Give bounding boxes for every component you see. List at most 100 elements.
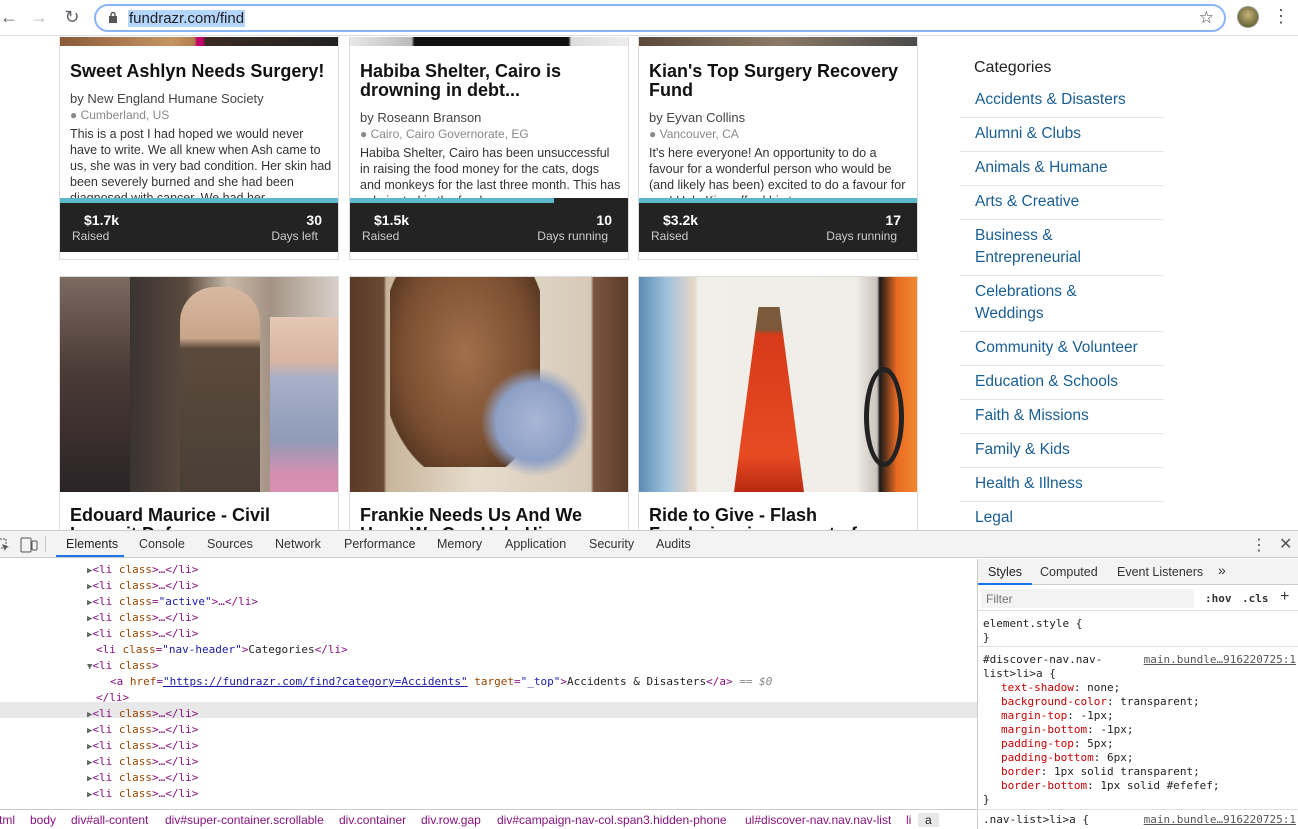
dom-node[interactable]: <li class="nav-header">Categories</li> bbox=[96, 642, 348, 658]
css-property-value[interactable]: : 1px solid transparent; bbox=[1041, 765, 1200, 778]
dom-node[interactable]: ▶<li class>…</li> bbox=[87, 722, 198, 738]
css-property-value[interactable]: : 1px solid #efefef; bbox=[1087, 779, 1219, 792]
arrow-right-icon[interactable]: → bbox=[28, 6, 50, 28]
css-property[interactable]: padding-bottom: 6px; bbox=[1001, 751, 1133, 764]
css-property-value[interactable]: : 5px; bbox=[1074, 737, 1114, 750]
css-property-value[interactable]: : 6px; bbox=[1094, 751, 1134, 764]
breadcrumb-item[interactable]: tml bbox=[0, 813, 15, 827]
campaign-card[interactable]: Kian's Top Surgery Recovery Fund by Eyva… bbox=[638, 37, 918, 260]
add-rule-icon[interactable]: + bbox=[1280, 588, 1289, 606]
card-title[interactable]: Edouard Maurice - Civil Lawsuit Defence bbox=[70, 506, 335, 531]
tab-styles[interactable]: Styles bbox=[988, 565, 1022, 579]
dom-node[interactable]: ▶<li class>…</li> bbox=[87, 754, 198, 770]
rule-selector[interactable]: .nav-list>li>a { bbox=[983, 813, 1089, 826]
css-property-name[interactable]: border bbox=[1001, 765, 1041, 778]
breadcrumb-item[interactable]: div.container bbox=[339, 813, 406, 827]
inspect-element-icon[interactable] bbox=[0, 538, 10, 552]
css-property[interactable]: border-bottom: 1px solid #efefef; bbox=[1001, 779, 1220, 792]
url-text[interactable]: fundrazr.com/find bbox=[128, 10, 246, 27]
selected-dom-node[interactable]: <a href="https://fundrazr.com/find?categ… bbox=[110, 674, 772, 690]
tab-elements[interactable]: Elements bbox=[66, 537, 118, 551]
tab-audits[interactable]: Audits bbox=[656, 537, 691, 551]
browser-menu-icon[interactable]: ⋮ bbox=[1272, 6, 1290, 27]
card-title[interactable]: Habiba Shelter, Cairo is drowning in deb… bbox=[360, 62, 610, 100]
category-link-arts[interactable]: Arts & Creative bbox=[960, 185, 1164, 220]
dom-node[interactable]: ▶<li class>…</li> bbox=[87, 578, 198, 594]
css-property-value[interactable]: : -1px; bbox=[1087, 723, 1133, 736]
css-property[interactable]: padding-top: 5px; bbox=[1001, 737, 1114, 750]
css-property[interactable]: border: 1px solid transparent; bbox=[1001, 765, 1200, 778]
dom-node[interactable]: ▶<li class="active">…</li> bbox=[87, 594, 258, 610]
breadcrumb-item[interactable]: ul#discover-nav.nav.nav-list bbox=[745, 813, 891, 827]
campaign-image[interactable] bbox=[350, 277, 628, 492]
campaign-card[interactable]: Edouard Maurice - Civil Lawsuit Defence bbox=[59, 276, 339, 530]
css-property-name[interactable]: padding-bottom bbox=[1001, 751, 1094, 764]
css-property-value[interactable]: : none; bbox=[1074, 681, 1120, 694]
tab-application[interactable]: Application bbox=[505, 537, 566, 551]
category-link-accidents[interactable]: Accidents & Disasters bbox=[960, 83, 1164, 118]
tab-console[interactable]: Console bbox=[139, 537, 185, 551]
dom-node[interactable]: ▶<li class>…</li> bbox=[87, 562, 198, 578]
campaign-image[interactable] bbox=[60, 37, 338, 46]
styles-filter-input[interactable] bbox=[981, 589, 1194, 608]
devtools-menu-icon[interactable]: ⋮ bbox=[1251, 535, 1267, 555]
css-property-name[interactable]: margin-bottom bbox=[1001, 723, 1087, 736]
card-title[interactable]: Ride to Give - Flash Fundraiser in suppo… bbox=[649, 506, 914, 531]
cls-toggle[interactable]: .cls bbox=[1242, 592, 1269, 605]
hov-toggle[interactable]: :hov bbox=[1205, 592, 1232, 605]
dom-node[interactable]: </li> bbox=[96, 690, 129, 706]
css-property-name[interactable]: text-shadow bbox=[1001, 681, 1074, 694]
css-property-name[interactable]: border-bottom bbox=[1001, 779, 1087, 792]
tab-event-listeners[interactable]: Event Listeners bbox=[1117, 565, 1203, 579]
category-link-legal[interactable]: Legal bbox=[960, 501, 1164, 530]
campaign-card[interactable]: Ride to Give - Flash Fundraiser in suppo… bbox=[638, 276, 918, 530]
campaign-card[interactable]: Frankie Needs Us And We Hope We Can Help… bbox=[349, 276, 629, 530]
address-bar[interactable]: fundrazr.com/find ☆ bbox=[94, 4, 1226, 32]
card-title[interactable]: Kian's Top Surgery Recovery Fund bbox=[649, 62, 899, 100]
breadcrumb-item[interactable]: li bbox=[906, 813, 911, 827]
css-property-name[interactable]: background-color bbox=[1001, 695, 1107, 708]
dom-node[interactable]: ▶<li class>…</li> bbox=[87, 626, 198, 642]
campaign-card[interactable]: Sweet Ashlyn Needs Surgery! by New Engla… bbox=[59, 37, 339, 260]
breadcrumb-item[interactable]: div#campaign-nav-col.span3.hidden-phone bbox=[497, 813, 727, 827]
dom-node[interactable]: ▶<li class>…</li> bbox=[87, 786, 198, 802]
css-property[interactable]: background-color: transparent; bbox=[1001, 695, 1200, 708]
campaign-image[interactable] bbox=[639, 37, 917, 46]
campaign-image[interactable] bbox=[350, 37, 628, 46]
breadcrumb-item[interactable]: body bbox=[30, 813, 56, 827]
css-property-value[interactable]: : transparent; bbox=[1107, 695, 1200, 708]
category-link-faith[interactable]: Faith & Missions bbox=[960, 399, 1164, 434]
css-property[interactable]: margin-bottom: -1px; bbox=[1001, 723, 1133, 736]
category-link-business[interactable]: Business & Entrepreneurial bbox=[960, 219, 1164, 276]
category-link-family[interactable]: Family & Kids bbox=[960, 433, 1164, 468]
elements-tree[interactable]: ▶<li class>…</li> ▶<li class>…</li> ▶<li… bbox=[0, 559, 977, 809]
tab-security[interactable]: Security bbox=[589, 537, 634, 551]
campaign-image[interactable] bbox=[639, 277, 917, 492]
bookmark-star-icon[interactable]: ☆ bbox=[1199, 8, 1214, 28]
campaign-image[interactable] bbox=[60, 277, 338, 492]
category-link-health[interactable]: Health & Illness bbox=[960, 467, 1164, 502]
arrow-left-icon[interactable]: ← bbox=[0, 6, 20, 28]
tab-network[interactable]: Network bbox=[275, 537, 321, 551]
category-link-animals[interactable]: Animals & Humane bbox=[960, 151, 1164, 186]
breadcrumb-item[interactable]: div.row.gap bbox=[421, 813, 481, 827]
tab-sources[interactable]: Sources bbox=[207, 537, 253, 551]
breadcrumb-item-active[interactable]: a bbox=[918, 813, 939, 827]
dom-node[interactable]: ▶<li class>…</li> bbox=[87, 770, 198, 786]
category-link-community[interactable]: Community & Volunteer bbox=[960, 331, 1164, 366]
stylesheet-link[interactable]: main.bundle…916220725:1 bbox=[1144, 813, 1296, 826]
category-link-education[interactable]: Education & Schools bbox=[960, 365, 1164, 400]
css-property-name[interactable]: margin-top bbox=[1001, 709, 1067, 722]
profile-avatar[interactable] bbox=[1237, 6, 1259, 28]
dom-node[interactable]: ▼<li class> bbox=[87, 658, 159, 674]
tab-memory[interactable]: Memory bbox=[437, 537, 482, 551]
campaign-card[interactable]: Habiba Shelter, Cairo is drowning in deb… bbox=[349, 37, 629, 260]
card-title[interactable]: Frankie Needs Us And We Hope We Can Help… bbox=[360, 506, 625, 531]
tab-computed[interactable]: Computed bbox=[1040, 565, 1098, 579]
card-title[interactable]: Sweet Ashlyn Needs Surgery! bbox=[70, 62, 324, 81]
chevron-more-icon[interactable]: » bbox=[1218, 562, 1226, 578]
css-property-value[interactable]: : -1px; bbox=[1067, 709, 1113, 722]
stylesheet-link[interactable]: main.bundle…916220725:1 bbox=[1144, 653, 1296, 666]
href-value[interactable]: "https://fundrazr.com/find?category=Acci… bbox=[163, 675, 468, 688]
device-toolbar-icon[interactable] bbox=[20, 537, 38, 553]
